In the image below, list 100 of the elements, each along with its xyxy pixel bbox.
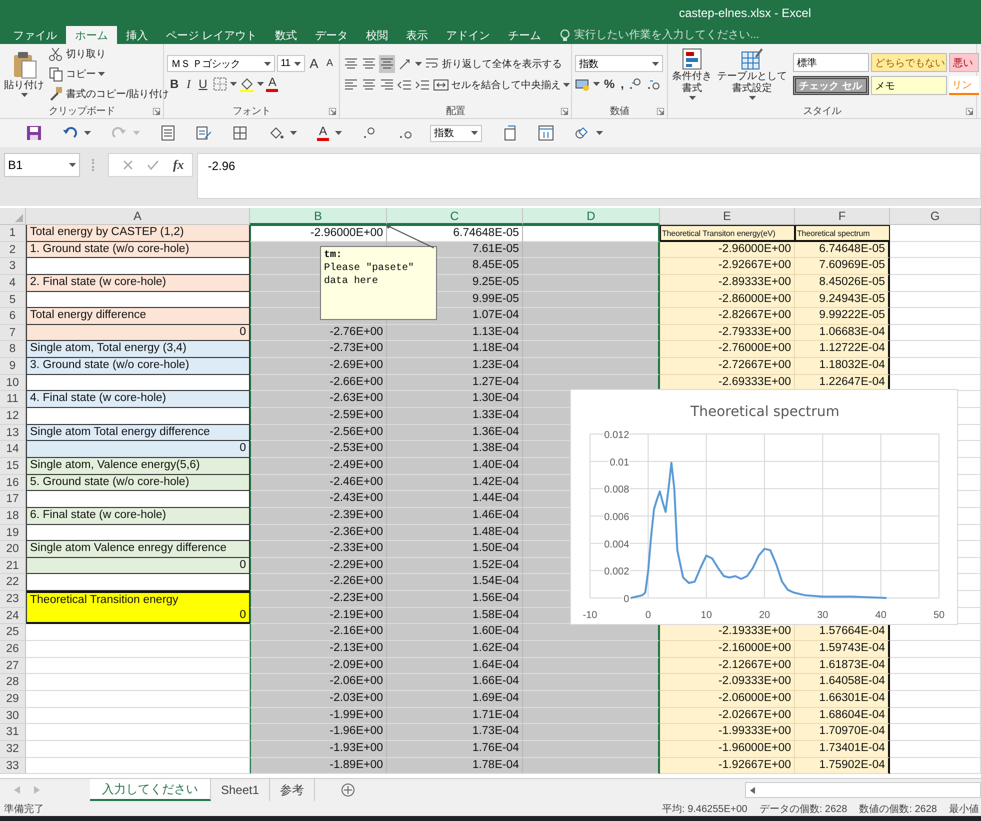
row-header[interactable]: 16 (0, 474, 26, 492)
font-size-field[interactable]: 11 (276, 55, 305, 72)
caret-icon[interactable] (257, 82, 264, 86)
form-edit-icon[interactable] (196, 125, 212, 141)
ribbon-tab[interactable]: アドイン (437, 26, 500, 44)
row-header[interactable]: 11 (0, 391, 26, 408)
caret-icon[interactable] (230, 82, 238, 86)
expand-icon[interactable] (657, 108, 664, 115)
add-sheet-icon[interactable] (341, 783, 356, 797)
ribbon-tab[interactable]: データ (306, 26, 358, 44)
row-header[interactable]: 24 (0, 608, 26, 624)
page-icon[interactable] (502, 125, 518, 141)
bold-button[interactable]: B (167, 76, 182, 92)
border-button[interactable] (212, 75, 238, 93)
font-name-field[interactable]: ＭＳ Ｐゴシック (167, 55, 275, 72)
column-header[interactable]: B (250, 208, 387, 225)
caret-icon[interactable] (415, 62, 422, 66)
column-header[interactable]: F (795, 208, 890, 225)
row-header[interactable]: 15 (0, 458, 26, 475)
ribbon-tab[interactable]: 数式 (266, 26, 306, 44)
column-header[interactable]: C (387, 208, 523, 225)
paste-button[interactable]: 貼り付け (3, 51, 45, 97)
copy-button[interactable]: コピー (48, 65, 169, 83)
row-header[interactable]: 18 (0, 508, 26, 525)
name-box[interactable]: B1 (4, 153, 80, 177)
column-header[interactable]: G (890, 208, 981, 225)
font-shrink-button[interactable]: A (323, 55, 336, 72)
sort-icon[interactable] (538, 125, 554, 141)
sheet-tab[interactable]: 入力してください (90, 779, 211, 801)
row-header[interactable]: 3 (0, 258, 26, 275)
caret-icon[interactable] (294, 62, 302, 66)
cell-style-option[interactable]: 標準 (793, 53, 869, 72)
merge-center-button[interactable]: セルを結合して中央揃え (433, 76, 570, 94)
row-header[interactable]: 33 (0, 758, 26, 774)
row-header[interactable]: 28 (0, 674, 26, 691)
conditional-format-button[interactable]: 条件付き 書式 (671, 48, 713, 100)
scroll-left-icon[interactable] (750, 786, 756, 794)
ribbon-tab[interactable]: 校閲 (357, 26, 398, 44)
caret-icon[interactable] (471, 131, 478, 135)
column-header[interactable]: A (26, 208, 250, 225)
percent-button[interactable]: % (602, 76, 617, 92)
font-color-button[interactable]: A (317, 125, 330, 141)
horizontal-scrollbar[interactable] (745, 782, 981, 798)
expand-icon[interactable] (966, 108, 973, 115)
ribbon-tab[interactable]: ホーム (66, 26, 117, 44)
row-header[interactable]: 14 (0, 441, 26, 458)
caret-icon[interactable] (264, 62, 271, 66)
caret-icon[interactable] (98, 72, 105, 76)
paint-bucket-icon[interactable] (268, 125, 284, 141)
grid-icon[interactable] (232, 125, 248, 141)
column-header[interactable]: E (660, 208, 795, 225)
format-painter-button[interactable]: 書式のコピー/貼り付け (48, 85, 169, 103)
row-header[interactable]: 7 (0, 324, 26, 342)
cell-style-option[interactable]: どちらでもない (871, 53, 947, 72)
row-header[interactable]: 32 (0, 740, 26, 758)
caret-icon[interactable] (20, 93, 28, 97)
row-header[interactable]: 10 (0, 374, 26, 392)
ribbon-tab[interactable]: ページ レイアウト (157, 26, 266, 44)
column-header[interactable]: D (523, 208, 660, 225)
insert-function-button[interactable]: fx (173, 157, 184, 173)
row-header[interactable]: 1 (0, 225, 26, 242)
ribbon-tab[interactable]: 表示 (397, 26, 438, 44)
row-header[interactable]: 17 (0, 491, 26, 508)
row-header[interactable]: 4 (0, 274, 26, 292)
caret-icon[interactable] (290, 131, 297, 135)
caret-icon[interactable] (748, 96, 756, 100)
cell-style-option[interactable]: 悪い (949, 53, 979, 72)
font-color-button[interactable]: A (266, 76, 278, 92)
shapes-icon[interactable] (574, 125, 590, 141)
caret-icon[interactable] (652, 62, 659, 66)
caret-icon[interactable] (596, 131, 604, 135)
expand-icon[interactable] (329, 108, 336, 115)
number-format-field[interactable]: 指数 (575, 55, 663, 72)
save-icon[interactable] (26, 125, 42, 141)
expand-icon[interactable] (561, 108, 568, 115)
italic-button[interactable]: I (184, 76, 194, 92)
wrap-text-button[interactable]: 折り返して全体を表示する (424, 54, 562, 72)
row-header[interactable]: 21 (0, 558, 26, 574)
form-icon[interactable] (160, 125, 176, 141)
caret-icon[interactable] (84, 131, 91, 135)
row-header[interactable]: 13 (0, 424, 26, 442)
row-header[interactable]: 8 (0, 341, 26, 358)
row-header[interactable]: 23 (0, 591, 26, 608)
caret-icon[interactable] (688, 96, 696, 100)
row-header[interactable]: 29 (0, 690, 26, 708)
format-table-button[interactable]: テーブルとして 書式設定 (716, 48, 788, 100)
row-header[interactable]: 27 (0, 658, 26, 674)
row-header[interactable]: 31 (0, 724, 26, 741)
ribbon-tab[interactable]: チーム (499, 26, 550, 44)
cell-style-option[interactable]: メモ (871, 76, 947, 95)
row-header[interactable]: 2 (0, 242, 26, 258)
formula-field[interactable]: -2.96 (196, 153, 981, 199)
comma-button[interactable]: , (618, 76, 626, 92)
ribbon-tab[interactable]: 挿入 (117, 26, 157, 44)
row-header[interactable]: 26 (0, 641, 26, 658)
underline-button[interactable]: U (196, 76, 210, 92)
row-header[interactable]: 20 (0, 541, 26, 558)
align-bottom-button[interactable] (379, 54, 395, 72)
row-header[interactable]: 30 (0, 708, 26, 724)
row-header[interactable]: 5 (0, 292, 26, 308)
